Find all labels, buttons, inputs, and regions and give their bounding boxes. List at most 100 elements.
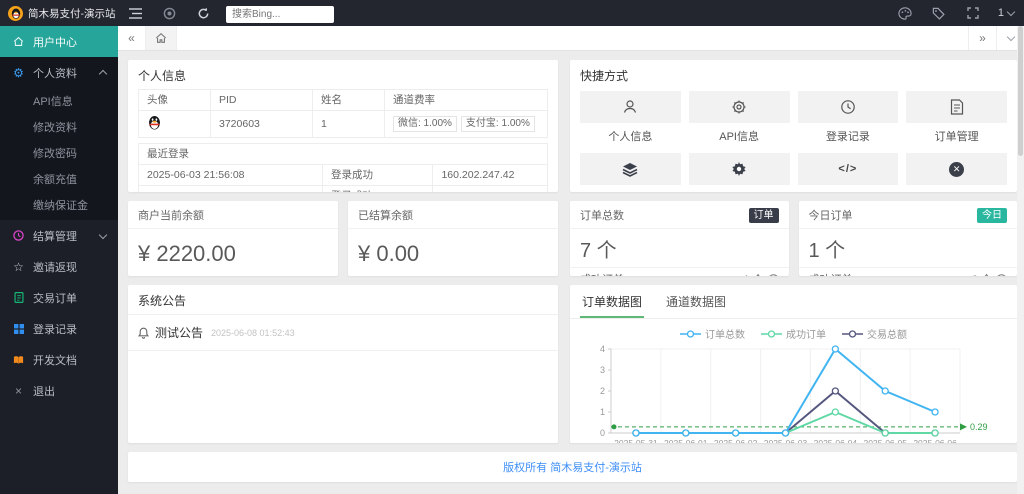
tabs-scroll-left-button[interactable]: « [118, 26, 146, 50]
app-title: 简木易支付-演示站 [28, 7, 116, 20]
alipay-rate-badge: 支付宝: 1.00% [460, 116, 535, 132]
table-row: 2025-06-03 21:56:08 登录成功 160.202.247.42 [137, 164, 548, 186]
svg-text:4: 4 [600, 344, 605, 354]
refresh-icon[interactable] [186, 0, 220, 26]
table-row: 2025-05-15 00:26:09 登录成功 160.202.247.39 [137, 185, 548, 192]
tag-icon[interactable] [922, 0, 956, 26]
legend-item[interactable]: 成功订单 [761, 326, 826, 341]
settled-card: 已结算余额 ¥ 0.00 [348, 201, 558, 276]
sidebar-item-label: 退出 [33, 385, 55, 398]
check-circle-icon [997, 273, 1006, 276]
home-icon [12, 36, 25, 47]
main-content: 个人信息 头像 PID 姓名 通道费率 3720603 1 微信: 1.00% … [118, 51, 1017, 494]
shortcut-profile[interactable]: 个人信息 [580, 91, 681, 144]
legend-item[interactable]: 订单总数 [680, 326, 745, 341]
login-time: 2025-06-03 21:56:08 [137, 164, 324, 186]
balance-card-title: 商户当前余额 [138, 210, 204, 222]
sidebar-item-user-center[interactable]: 用户中心 [0, 26, 118, 57]
name-value: 1 [312, 110, 385, 138]
home-tab[interactable] [146, 26, 177, 50]
chevron-down-icon [1006, 32, 1015, 42]
sidebar-item-settlement[interactable]: 结算管理 [0, 220, 118, 251]
sidebar-item-deposit[interactable]: 缴纳保证金 [0, 192, 118, 218]
balance-card: 商户当前余额 ¥ 2220.00 [128, 201, 338, 276]
svg-text:3: 3 [600, 365, 605, 375]
sidebar-item-profile[interactable]: ⚙ 个人资料 [0, 57, 118, 88]
login-status: 登录成功 [322, 164, 434, 186]
sidebar-item-label: 邀请返现 [33, 261, 77, 274]
chart-legend: 订单总数 成功订单 交易总额 [570, 319, 1017, 341]
collapse-menu-icon[interactable] [118, 0, 152, 26]
bell-icon [138, 327, 149, 339]
gear-icon [732, 100, 746, 114]
globe-icon[interactable] [152, 0, 186, 26]
sidebar-item-label: 个人资料 [33, 67, 77, 80]
order-list-icon [12, 292, 25, 303]
shortcut-dev-docs[interactable]: </> 开发文档 [797, 153, 899, 192]
sidebar-item-change-password[interactable]: 修改密码 [0, 140, 118, 166]
sidebar-item-docs[interactable]: 开发文档 [0, 344, 118, 375]
copyright-link[interactable]: 版权所有 简木易支付-演示站 [503, 459, 642, 475]
pid-value: 3720603 [210, 110, 313, 138]
settled-value: ¥ 0.00 [358, 241, 420, 266]
code-icon: </> [838, 163, 858, 175]
chevron-down-icon [98, 230, 108, 239]
sidebar-item-edit-profile[interactable]: 修改资料 [0, 114, 118, 140]
svg-text:2025-06-06: 2025-06-06 [913, 438, 957, 443]
shortcut-order-manage[interactable]: 订单管理 [906, 91, 1007, 144]
notice-card-title: 系统公告 [128, 285, 558, 315]
shortcut-settle-log[interactable]: 结算记录 [580, 153, 681, 192]
shortcut-settle-settings[interactable]: 结算设置 [688, 153, 790, 192]
legend-item[interactable]: 交易总额 [842, 326, 907, 341]
col-header-pid: PID [210, 89, 313, 111]
shortcut-login-log[interactable]: 登录记录 [797, 91, 899, 144]
tabs-scroll-right-button[interactable]: » [968, 26, 996, 50]
page-tabs-bar: « » [118, 26, 1024, 51]
svg-text:0.29: 0.29 [970, 422, 988, 432]
notice-item[interactable]: 测试公告 2025-06-08 01:52:43 [128, 315, 558, 351]
success-orders-label: 成功订单 [580, 271, 624, 276]
search-box [226, 4, 334, 23]
sidebar-item-logout[interactable]: × 退出 [0, 375, 118, 406]
user-menu[interactable]: 1 [998, 7, 1016, 19]
col-header-name: 姓名 [312, 89, 385, 111]
profile-card-title: 个人信息 [138, 69, 187, 83]
success-orders-label: 成功订单 [809, 271, 853, 276]
sidebar-item-invite[interactable]: ☆ 邀请返现 [0, 251, 118, 282]
gear-filled-icon [732, 162, 746, 176]
today-orders-title: 今日订单 [808, 210, 853, 222]
tab-order-data[interactable]: 订单数据图 [580, 285, 645, 318]
sidebar-item-api-info[interactable]: API信息 [0, 88, 118, 114]
book-icon [12, 355, 25, 365]
shortcut-api-info[interactable]: API信息 [688, 91, 790, 144]
app-logo[interactable]: 简木易支付-演示站 [0, 5, 118, 21]
shortcut-logout[interactable]: ✕ 退出登录 [906, 153, 1007, 192]
chart-card: 订单数据图 通道数据图 订单总数 成功订单 交易总额 0 1 2 3 4 2025-05-31… [570, 285, 1017, 443]
svg-text:2: 2 [600, 386, 605, 396]
sidebar-item-orders[interactable]: 交易订单 [0, 282, 118, 313]
notice-text: 测试公告 [155, 326, 204, 340]
total-orders-title: 订单总数 [580, 210, 624, 222]
notice-card: 系统公告 测试公告 2025-06-08 01:52:43 [128, 285, 558, 443]
login-ip: 160.202.247.39 [432, 185, 548, 192]
table-row: 3720603 1 微信: 1.00% 支付宝: 1.00% [138, 110, 548, 138]
search-input[interactable] [226, 5, 334, 23]
page-scrollbar[interactable] [1017, 26, 1024, 494]
theme-palette-icon[interactable] [888, 0, 922, 26]
sidebar-nav: 用户中心 ⚙ 个人资料 API信息 修改资料 修改密码 余额充值 缴纳保证金 结… [0, 26, 118, 494]
scrollbar-thumb[interactable] [1018, 26, 1023, 156]
footer-bar: 版权所有 简木易支付-演示站 [128, 452, 1017, 482]
chart-tabs: 订单数据图 通道数据图 [570, 285, 1017, 319]
notice-time: 2025-06-08 01:52:43 [211, 327, 295, 338]
login-time: 2025-05-15 00:26:09 [137, 185, 324, 192]
sidebar-item-recharge[interactable]: 余额充值 [0, 166, 118, 192]
order-line-chart: 0 1 2 3 4 2025-05-31 2025-06-01 2025-06-02 2025-… [600, 344, 988, 443]
close-icon: × [14, 383, 22, 398]
fullscreen-icon[interactable] [956, 0, 990, 26]
sidebar-item-label: 开发文档 [33, 354, 77, 367]
svg-text:2025-06-04: 2025-06-04 [814, 438, 858, 443]
gear-icon: ⚙ [13, 65, 24, 80]
tab-channel-data[interactable]: 通道数据图 [664, 285, 728, 318]
sidebar-item-login-log[interactable]: 登录记录 [0, 313, 118, 344]
total-orders-card: 订单总数 订单 7 个 成功订单 1 个 [570, 201, 789, 276]
